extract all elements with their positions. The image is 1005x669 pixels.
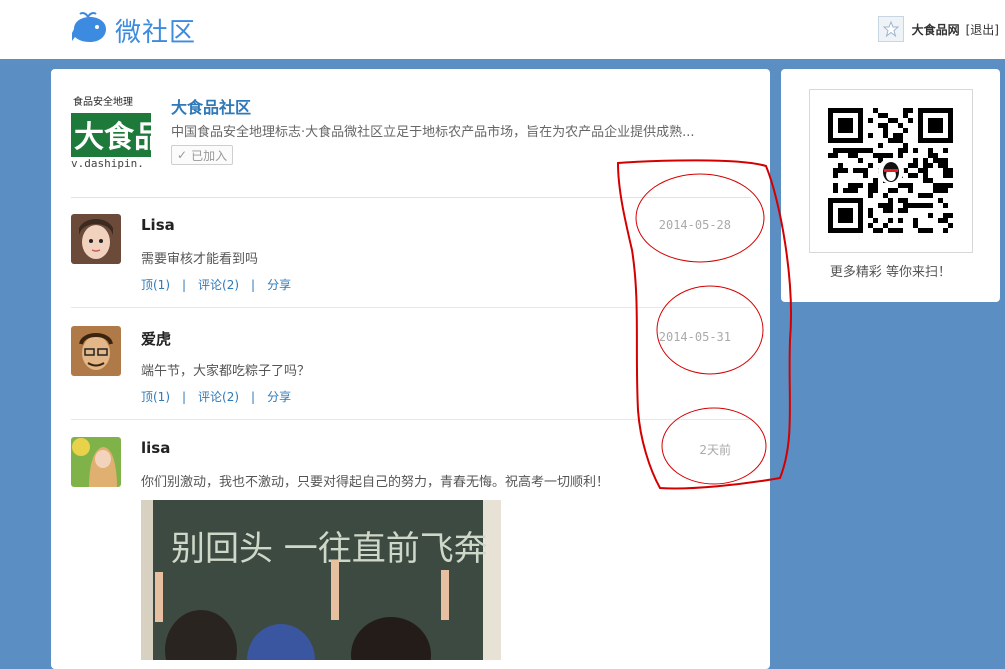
joined-button[interactable]: ✓ 已加入 (171, 145, 234, 165)
post-divider (71, 419, 751, 420)
top-bar: 微社区 大食品网 [退出] (0, 0, 1005, 59)
post-username[interactable]: Lisa (141, 216, 175, 234)
community-logo[interactable]: 食品安全地理 大食品 v.dashipin. (71, 93, 164, 170)
avatar[interactable] (71, 437, 121, 487)
site-logo[interactable]: 微社区 (71, 12, 196, 48)
post-username[interactable]: lisa (141, 439, 170, 457)
post-username[interactable]: 爱虎 (141, 328, 171, 349)
post-date: 2014-05-28 (658, 218, 731, 232)
comment-link[interactable]: 评论(2) (198, 276, 239, 293)
avatar[interactable] (71, 214, 121, 264)
post-content[interactable]: 你们别激动，我也不激动，只要对得起自己的努力，青春无悔。祝高考一切顺利！ (141, 471, 609, 490)
share-link[interactable]: 分享 (267, 276, 291, 293)
logo-text: 微社区 (115, 17, 197, 48)
post-content[interactable]: 端午节，大家都吃粽子了吗？ (141, 360, 310, 379)
main-card: 食品安全地理 大食品 v.dashipin. 大食品社区 中国食品安全地理标志·… (51, 69, 770, 669)
like-link[interactable]: 顶(1) (141, 276, 170, 293)
community-title[interactable]: 大食品社区 (171, 94, 251, 118)
separator: | (182, 389, 187, 404)
post-date: 2天前 (699, 443, 731, 457)
post-photo[interactable]: 别回头 一往直前飞奔 (141, 500, 501, 660)
check-icon: ✓ (177, 148, 188, 162)
comment-link[interactable]: 评论(2) (198, 388, 239, 405)
logo-big-text: 大食品 (74, 120, 151, 155)
user-name[interactable]: 大食品网 (912, 21, 960, 38)
qr-caption: 更多精彩 等你来扫！ (829, 265, 952, 280)
post-actions: 顶(1) | 评论(2) | 分享 (141, 276, 291, 293)
separator: | (251, 389, 256, 404)
qr-code-image (828, 108, 953, 233)
logo-top-text: 食品安全地理 (73, 95, 133, 108)
blackboard-text: 别回头 一往直前飞奔 (171, 529, 488, 569)
community-description: 中国食品安全地理标志·大食品微社区立足于地标农产品市场，旨在为农产品企业提供成熟… (171, 125, 695, 140)
post-actions: 顶(1) | 评论(2) | 分享 (141, 388, 291, 405)
separator: | (251, 277, 256, 292)
separator: | (182, 277, 187, 292)
like-link[interactable]: 顶(1) (141, 388, 170, 405)
post-content[interactable]: 需要审核才能看到吗 (141, 248, 258, 267)
share-link[interactable]: 分享 (267, 388, 291, 405)
joined-label: 已加入 (191, 148, 228, 163)
community-header: 食品安全地理 大食品 v.dashipin. 大食品社区 中国食品安全地理标志·… (71, 93, 751, 198)
qr-card: 更多精彩 等你来扫！ (781, 69, 1000, 302)
avatar[interactable] (71, 326, 121, 376)
qr-code[interactable] (809, 89, 973, 253)
user-area: 大食品网 [退出] (877, 16, 999, 42)
logo-url-text: v.dashipin. (71, 157, 144, 169)
whale-logo-icon (71, 11, 109, 49)
logout-link[interactable]: [退出] (966, 21, 999, 38)
post-divider (71, 307, 751, 308)
user-star-icon[interactable] (877, 16, 904, 42)
post-date: 2014-05-31 (658, 330, 731, 344)
